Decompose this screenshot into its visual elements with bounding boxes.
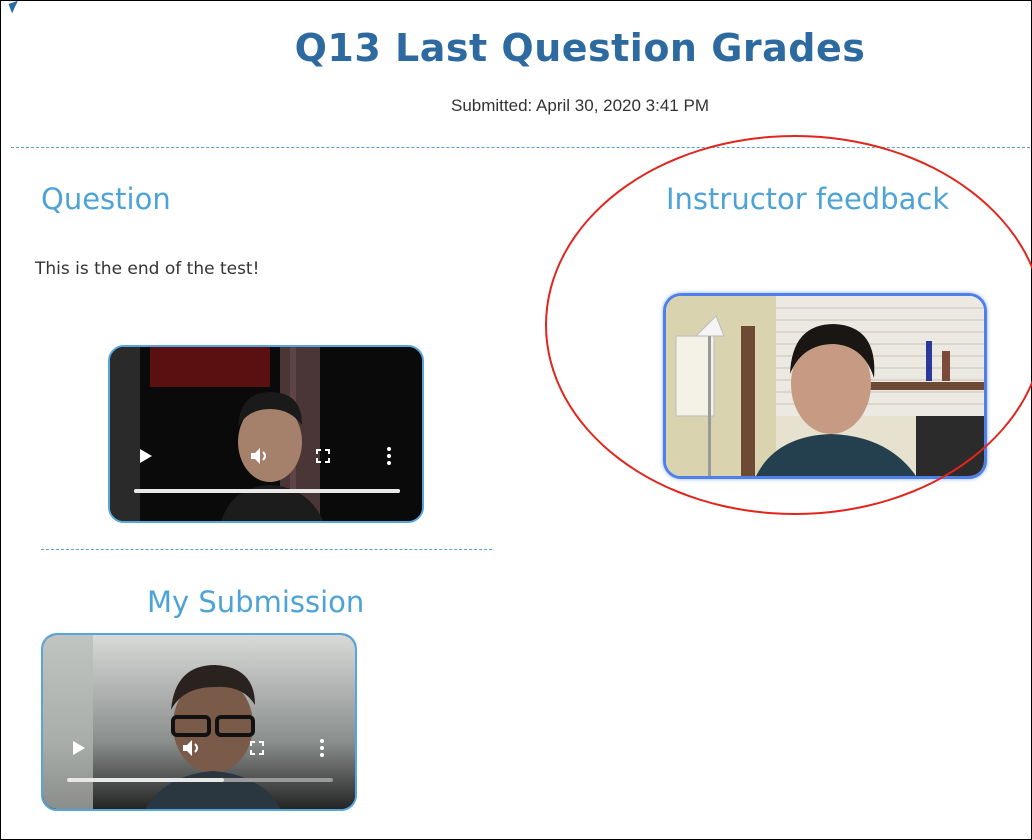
- fullscreen-icon[interactable]: [250, 741, 264, 755]
- volume-icon[interactable]: [182, 739, 204, 757]
- fullscreen-icon[interactable]: [316, 449, 330, 463]
- divider-top: [11, 147, 1030, 148]
- divider-left: [41, 549, 492, 550]
- progress-fill: [67, 778, 224, 782]
- play-icon[interactable]: [73, 741, 85, 755]
- feedback-heading: Instructor feedback: [666, 182, 950, 216]
- progress-bar[interactable]: [134, 489, 400, 493]
- more-vert-icon[interactable]: [387, 447, 391, 465]
- submission-video-player[interactable]: [41, 633, 357, 811]
- more-vert-icon[interactable]: [320, 739, 324, 757]
- progress-bar[interactable]: [67, 778, 333, 782]
- question-text: This is the end of the test!: [35, 259, 260, 279]
- feedback-video-player[interactable]: [663, 293, 987, 479]
- page-title: Q13 Last Question Grades: [294, 26, 866, 70]
- progress-fill: [134, 489, 400, 493]
- submission-heading: My Submission: [147, 585, 365, 619]
- feedback-video-frame: [666, 296, 984, 476]
- volume-icon[interactable]: [250, 447, 272, 465]
- play-icon[interactable]: [140, 449, 152, 463]
- question-video-player[interactable]: [108, 345, 424, 523]
- submitted-timestamp: Submitted: April 30, 2020 3:41 PM: [451, 96, 709, 115]
- question-heading: Question: [41, 182, 171, 216]
